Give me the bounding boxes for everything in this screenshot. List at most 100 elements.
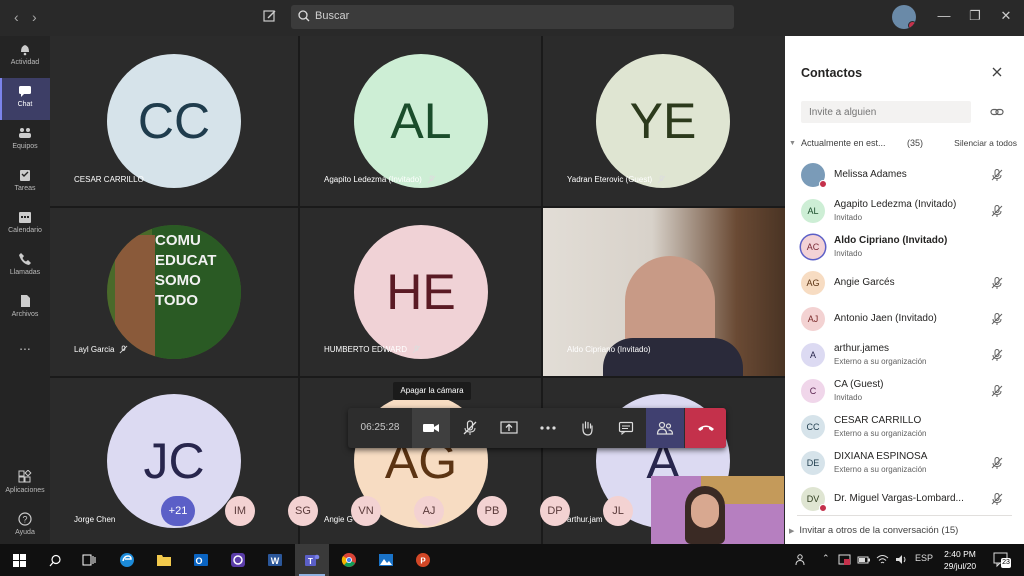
- forward-arrow-icon[interactable]: ›: [32, 9, 37, 25]
- overflow-avatar[interactable]: VN: [351, 496, 381, 526]
- notification-center-button[interactable]: 23: [993, 551, 1011, 569]
- contact-row[interactable]: Melissa Adames: [785, 157, 1024, 193]
- antivirus-icon[interactable]: [838, 553, 851, 566]
- rail-item-actividad[interactable]: Actividad: [0, 36, 50, 78]
- taskbar-app-word[interactable]: W: [258, 544, 292, 576]
- task-view-button[interactable]: [72, 544, 106, 576]
- taskbar-app-explorer[interactable]: [147, 544, 181, 576]
- svg-text:W: W: [271, 556, 280, 566]
- back-arrow-icon[interactable]: ‹: [14, 9, 19, 25]
- language-indicator[interactable]: ESP: [915, 553, 933, 563]
- rail-label-actividad: Actividad: [10, 59, 40, 66]
- contact-row[interactable]: AL Agapito Ledezma (Invitado) Invitado: [785, 193, 1024, 229]
- overflow-avatar[interactable]: DP: [540, 496, 570, 526]
- close-window-icon[interactable]: ✕: [998, 8, 1014, 24]
- chat-button[interactable]: [607, 408, 645, 448]
- hang-up-button[interactable]: [685, 408, 726, 448]
- divider: [797, 515, 1012, 516]
- mic-off-icon[interactable]: [990, 168, 1004, 182]
- more-actions-button[interactable]: [529, 408, 567, 448]
- contact-row[interactable]: DV Dr. Miguel Vargas-Lombard...: [785, 481, 1024, 517]
- rail-item-llamadas[interactable]: Llamadas: [0, 246, 50, 288]
- invite-others-section[interactable]: ▶ Invitar a otros de la conversación (15): [789, 525, 958, 536]
- mic-off-icon[interactable]: [990, 276, 1004, 290]
- contact-row[interactable]: DE DIXIANA ESPINOSA Externo a su organiz…: [785, 445, 1024, 481]
- contact-avatar: AG: [801, 271, 825, 295]
- mute-button[interactable]: [451, 408, 489, 448]
- edge-icon: [120, 553, 134, 567]
- taskbar-app-outlook[interactable]: O: [184, 544, 218, 576]
- share-screen-button[interactable]: [490, 408, 528, 448]
- rail-item-chat[interactable]: Chat: [0, 78, 50, 120]
- participant-tile[interactable]: AL Agapito Ledezma (Invitado): [300, 36, 541, 206]
- mic-off-icon[interactable]: [990, 492, 1004, 506]
- search-bar[interactable]: Buscar: [291, 5, 734, 29]
- contact-name: DIXIANA ESPINOSA: [834, 451, 928, 462]
- taskbar-app-publisher[interactable]: [221, 544, 255, 576]
- call-timer: 06:25:28: [360, 422, 400, 433]
- contact-subtitle: Externo a su organización: [834, 429, 927, 438]
- taskbar-app-chrome[interactable]: [332, 544, 366, 576]
- mic-off-icon[interactable]: [990, 312, 1004, 326]
- taskbar-app-edge[interactable]: [110, 544, 144, 576]
- contact-row[interactable]: C CA (Guest) Invitado: [785, 373, 1024, 409]
- mic-off-icon[interactable]: [990, 384, 1004, 398]
- volume-icon[interactable]: [895, 553, 908, 566]
- start-button[interactable]: [2, 544, 36, 576]
- self-video-preview[interactable]: [651, 476, 784, 544]
- more-apps-button[interactable]: ...: [0, 330, 50, 372]
- participant-tile[interactable]: CC CESAR CARRILLO: [50, 36, 298, 206]
- mic-off-icon[interactable]: [990, 204, 1004, 218]
- maximize-icon[interactable]: ❐: [967, 8, 983, 24]
- help-icon: ?: [18, 512, 32, 526]
- chevron-up-icon[interactable]: ⌃: [822, 553, 830, 564]
- rail-item-calendario[interactable]: Calendario: [0, 204, 50, 246]
- share-link-icon[interactable]: [990, 105, 1004, 119]
- raise-hand-button[interactable]: [568, 408, 606, 448]
- rail-item-archivos[interactable]: Archivos: [0, 288, 50, 330]
- overflow-participants-button[interactable]: +21: [161, 496, 195, 526]
- camera-button[interactable]: [412, 408, 450, 448]
- chevron-right-icon: ▶: [789, 528, 795, 535]
- contact-row[interactable]: A arthur.james Externo a su organización: [785, 337, 1024, 373]
- system-clock[interactable]: 2:40 PM 29/jul/20: [938, 548, 982, 572]
- mute-all-button[interactable]: Silenciar a todos: [954, 138, 1017, 148]
- contact-row[interactable]: AJ Antonio Jaen (Invitado): [785, 301, 1024, 337]
- rail-item-ayuda[interactable]: ? Ayuda: [0, 506, 50, 548]
- participant-tile[interactable]: COMU EDUCAT SOMO TODO Layl Garcia: [50, 208, 298, 376]
- close-panel-icon[interactable]: [990, 65, 1004, 79]
- mic-off-icon[interactable]: [990, 456, 1004, 470]
- overflow-avatar[interactable]: AJ: [414, 496, 444, 526]
- battery-icon[interactable]: [857, 553, 871, 566]
- powerpoint-icon: P: [416, 553, 430, 567]
- rail-item-tareas[interactable]: Tareas: [0, 162, 50, 204]
- participants-button[interactable]: [646, 408, 684, 448]
- invite-input[interactable]: [801, 101, 971, 123]
- people-icon[interactable]: [795, 553, 808, 566]
- contact-row[interactable]: AG Angie Garcés: [785, 265, 1024, 301]
- wifi-icon[interactable]: [876, 553, 889, 566]
- contact-row[interactable]: AC Aldo Cipriano (Invitado) Invitado: [785, 229, 1024, 265]
- taskbar-app-photos[interactable]: [369, 544, 403, 576]
- rail-item-equipos[interactable]: Equipos: [0, 120, 50, 162]
- participant-tile[interactable]: YE Yadran Eterovic (Guest): [543, 36, 785, 206]
- mic-off-icon[interactable]: [990, 348, 1004, 362]
- overflow-avatar[interactable]: IM: [225, 496, 255, 526]
- in-meeting-section-header[interactable]: ▼ Actualmente en est... (35) Silenciar a…: [789, 138, 1017, 152]
- rail-label-chat: Chat: [17, 101, 33, 108]
- profile-avatar[interactable]: [892, 5, 916, 29]
- contact-avatar: AL: [801, 199, 825, 223]
- minimize-icon[interactable]: —: [936, 8, 952, 24]
- overflow-avatar[interactable]: SG: [288, 496, 318, 526]
- search-input[interactable]: Buscar: [315, 10, 349, 22]
- taskbar-app-powerpoint[interactable]: P: [406, 544, 440, 576]
- rail-item-aplicaciones[interactable]: Aplicaciones: [0, 464, 50, 506]
- participant-video[interactable]: Aldo Cipriano (Invitado): [543, 208, 785, 376]
- taskbar-search-button[interactable]: [38, 544, 72, 576]
- overflow-avatar[interactable]: JL: [603, 496, 633, 526]
- contact-row[interactable]: CC CESAR CARRILLO Externo a su organizac…: [785, 409, 1024, 445]
- overflow-avatar[interactable]: PB: [477, 496, 507, 526]
- participant-tile[interactable]: HE HUMBERTO EDWARD: [300, 208, 541, 376]
- compose-icon[interactable]: [262, 8, 278, 24]
- taskbar-app-teams[interactable]: T: [295, 544, 329, 576]
